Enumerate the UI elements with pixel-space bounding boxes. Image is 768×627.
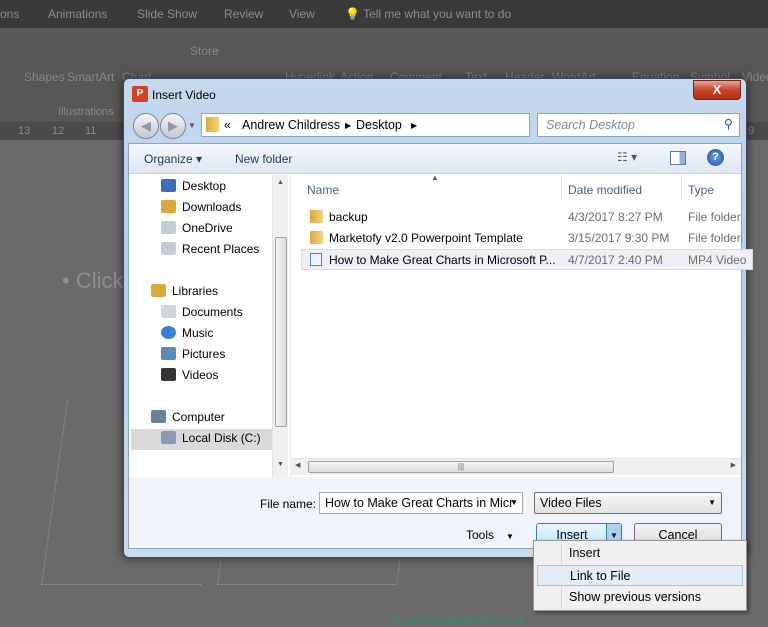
ruler-tick: 9 — [748, 125, 755, 137]
ruler-tick: 12 — [52, 125, 65, 137]
chevron-right-icon[interactable]: ▶ — [345, 121, 351, 130]
chevron-down-icon: ▼ — [510, 498, 518, 507]
folder-icon — [206, 117, 219, 132]
tell-me-text: Tell me what you want to do — [363, 7, 512, 21]
menu-item-insert[interactable]: Insert — [537, 543, 743, 564]
nav-item-desktop[interactable]: Desktop — [161, 179, 226, 193]
tab-transitions[interactable]: ons — [0, 7, 19, 21]
dialog-body: Organize ▾ New folder ☷ ▾ ? Desktop Down… — [128, 143, 753, 549]
nav-item-documents[interactable]: Documents — [161, 305, 243, 319]
preview-pane-icon[interactable] — [670, 151, 686, 165]
new-folder-button[interactable]: New folder — [235, 152, 292, 166]
column-header-name[interactable]: Name — [307, 183, 339, 197]
menu-item-link-to-file[interactable]: Link to File — [537, 565, 743, 586]
chevron-down-icon: ▼ — [506, 532, 514, 541]
nav-item-music[interactable]: Music — [161, 326, 213, 340]
breadcrumb-andrew-childress[interactable]: Andrew Childress — [242, 118, 340, 132]
smartart-button[interactable]: SmartArt — [67, 70, 114, 84]
address-bar[interactable]: « Andrew Childress ▶ Desktop ▶ ▼ ⇆ — [201, 113, 600, 137]
breadcrumb-desktop[interactable]: Desktop — [356, 118, 402, 132]
search-placeholder: Search Desktop — [546, 118, 635, 132]
file-list: Name ▲ Date modified Type backup 4/3/2017… — [290, 173, 753, 477]
back-button[interactable]: ◀ — [133, 113, 159, 139]
dialog-footer: File name: How to Make Great Charts in M… — [129, 477, 741, 548]
nav-scrollbar[interactable]: ▲ ▼ — [272, 175, 288, 477]
ribbon-tabs: ons Animations Slide Show Review View 💡 … — [0, 0, 768, 28]
video-file-icon — [310, 253, 322, 266]
insert-video-dialog: P Insert Video X ◀ ▶ ▼ « Andrew Childres… — [123, 78, 753, 558]
sort-indicator-icon: ▲ — [431, 173, 439, 182]
folder-icon — [310, 231, 323, 244]
nav-item-videos[interactable]: Videos — [161, 368, 218, 382]
store-button[interactable]: Store — [190, 44, 219, 58]
file-row[interactable]: backup 4/3/2017 8:27 PM File folder — [303, 207, 755, 228]
horizontal-scroll-thumb[interactable]: ||| — [308, 461, 614, 473]
nav-item-pictures[interactable]: Pictures — [161, 347, 225, 361]
group-label-illustrations: Illustrations — [58, 106, 114, 118]
help-icon[interactable]: ? — [707, 149, 724, 166]
slide-placeholder-text[interactable]: • Click — [62, 268, 123, 294]
close-button[interactable]: X — [693, 80, 741, 100]
dialog-title: Insert Video — [152, 88, 216, 102]
file-name-input[interactable]: How to Make Great Charts in Micr ▼ — [319, 492, 523, 514]
horizontal-scrollbar[interactable]: ◀ ||| ▶ — [290, 458, 741, 475]
tell-me-search[interactable]: 💡 Tell me what you want to do — [345, 7, 511, 21]
column-header-type[interactable]: Type — [688, 183, 714, 197]
menu-item-show-previous-versions[interactable]: Show previous versions — [537, 587, 743, 608]
chevron-right-icon[interactable]: ▶ — [411, 121, 417, 130]
insert-options-menu: Insert Link to File Show previous versio… — [533, 540, 747, 611]
ruler-tick: 13 — [18, 125, 31, 137]
forward-button[interactable]: ▶ — [160, 113, 186, 139]
ruler-tick: 11 — [85, 125, 97, 137]
folder-icon — [310, 210, 323, 223]
column-header-date[interactable]: Date modified — [568, 183, 642, 197]
nav-scroll-thumb[interactable] — [275, 237, 287, 427]
recent-locations-dropdown[interactable]: ▼ — [188, 121, 196, 130]
organize-button[interactable]: Organize ▾ — [144, 152, 202, 166]
change-view-icon[interactable]: ☷ ▾ — [617, 150, 637, 164]
file-row-selected[interactable]: How to Make Great Charts in Microsoft P.… — [301, 249, 753, 270]
tab-slide-show[interactable]: Slide Show — [137, 7, 197, 21]
nav-item-onedrive[interactable]: OneDrive — [161, 221, 233, 235]
command-bar: Organize ▾ New folder ☷ ▾ ? — [129, 144, 741, 174]
navigation-pane: Desktop Downloads OneDrive Recent Places… — [129, 175, 289, 477]
shapes-button[interactable]: Shapes — [24, 70, 65, 84]
nav-item-local-disk[interactable]: Local Disk (C:) — [131, 429, 272, 450]
file-type-select[interactable]: Video Files ▼ — [534, 492, 722, 514]
powerpoint-icon: P — [132, 86, 148, 102]
nav-item-computer[interactable]: Computer — [151, 410, 225, 424]
file-row[interactable]: Marketofy v2.0 Powerpoint Template 3/15/2… — [303, 228, 755, 249]
file-name-label: File name: — [260, 497, 317, 511]
chevron-down-icon: ▼ — [708, 498, 716, 507]
tab-view[interactable]: View — [289, 7, 315, 21]
nav-item-recent-places[interactable]: Recent Places — [161, 242, 259, 256]
nav-item-libraries[interactable]: Libraries — [151, 284, 218, 298]
tab-animations[interactable]: Animations — [48, 7, 107, 21]
address-overflow[interactable]: « — [224, 118, 231, 132]
search-icon: ⚲ — [723, 117, 733, 131]
nav-item-downloads[interactable]: Downloads — [161, 200, 241, 214]
tools-button[interactable]: Tools ▼ — [466, 528, 514, 542]
search-input[interactable]: Search Desktop ⚲ — [537, 113, 740, 137]
tab-review[interactable]: Review — [224, 7, 263, 21]
